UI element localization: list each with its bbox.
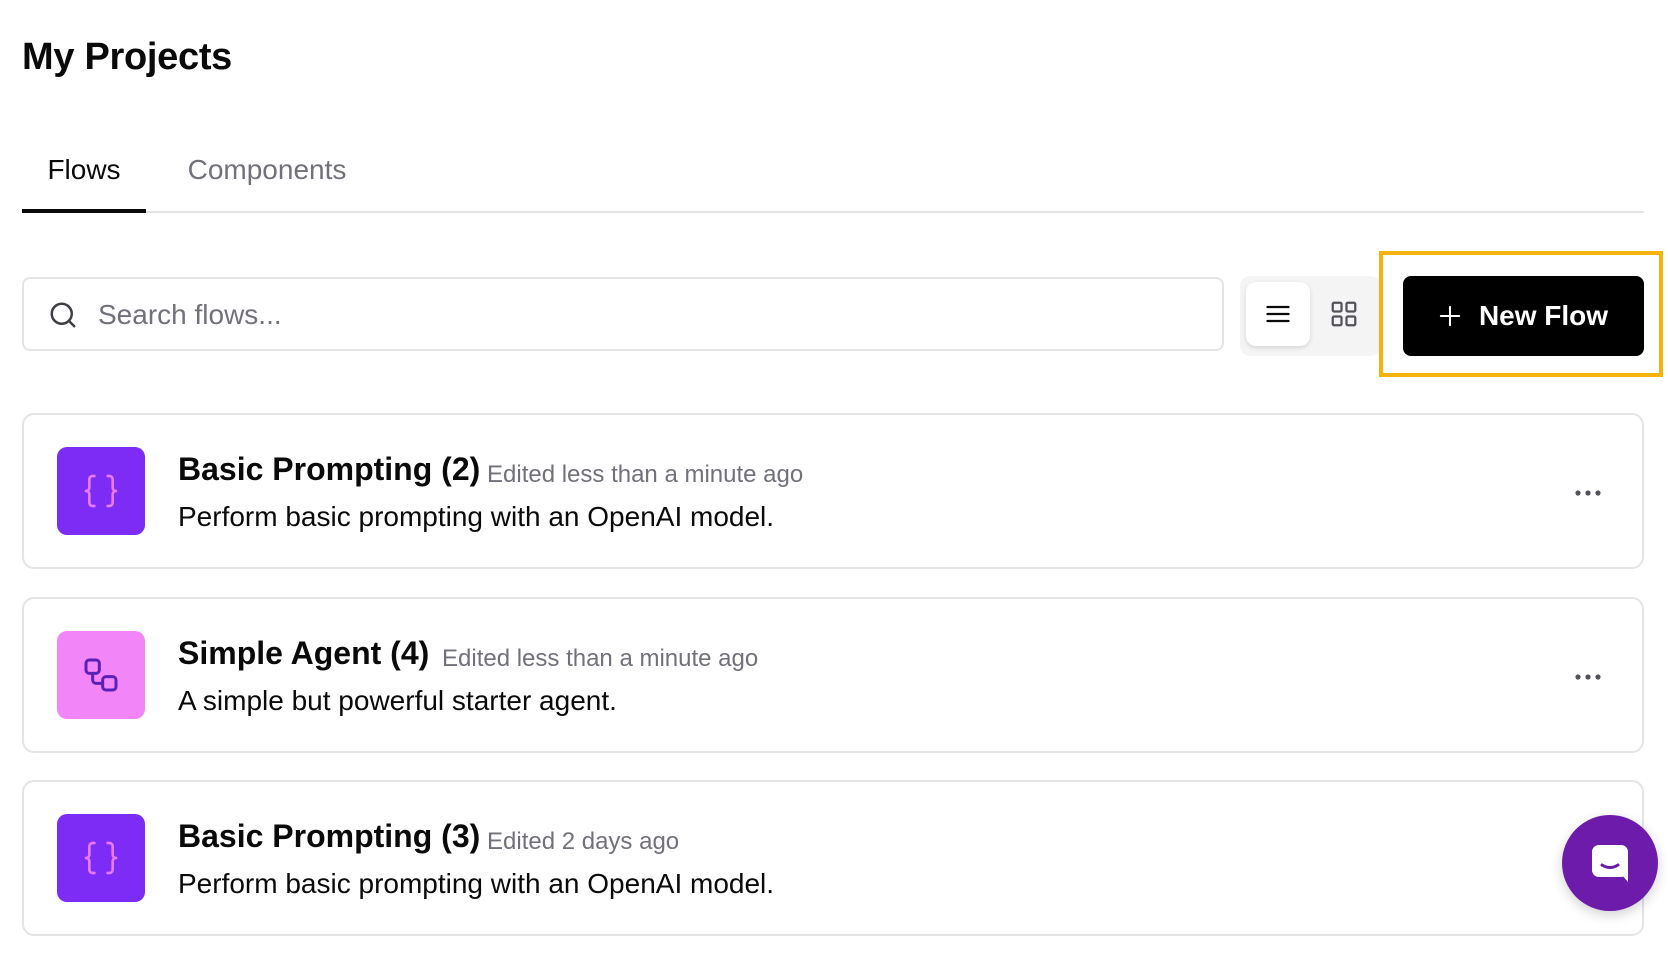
flow-edited-time: Edited less than a minute ago: [487, 461, 804, 488]
list-icon: [1266, 305, 1290, 323]
flow-icon: [57, 814, 145, 902]
search-icon: [50, 302, 76, 328]
tab-bar: Flows Components: [22, 132, 1644, 213]
plus-icon: [1439, 305, 1461, 327]
list-view-button[interactable]: [1246, 282, 1310, 346]
flow-description: Perform basic prompting with an OpenAI m…: [178, 501, 775, 532]
flow-description: A simple but powerful starter agent.: [178, 685, 617, 716]
flow-icon: [57, 447, 145, 535]
more-options-button[interactable]: [1568, 657, 1608, 697]
tab-components[interactable]: Components: [172, 132, 362, 211]
braces-icon: [84, 841, 118, 875]
grid-icon: [1331, 301, 1357, 327]
new-flow-label: New Flow: [1478, 300, 1609, 331]
braces-icon: [84, 474, 118, 508]
flow-card[interactable]: Simple Agent (4) Edited less than a minu…: [22, 597, 1644, 753]
tab-flows[interactable]: Flows: [22, 132, 146, 213]
more-options-button[interactable]: [1568, 473, 1608, 513]
flow-edited-time: Edited 2 days ago: [487, 828, 680, 855]
workflow-icon: [84, 658, 118, 692]
flow-title: Simple Agent (4): [178, 635, 430, 671]
chat-launcher-button[interactable]: [1562, 815, 1658, 911]
search-input[interactable]: [96, 285, 1200, 345]
flow-card[interactable]: Basic Prompting (3) Edited 2 days ago Pe…: [22, 780, 1644, 936]
flow-edited-time: Edited less than a minute ago: [442, 645, 759, 672]
more-horizontal-icon: [1575, 674, 1601, 680]
search-box: [22, 277, 1224, 351]
page-title: My Projects: [22, 36, 233, 78]
flow-icon: [57, 631, 145, 719]
flow-card[interactable]: Basic Prompting (2) Edited less than a m…: [22, 413, 1644, 569]
view-toggle: [1240, 276, 1380, 356]
more-horizontal-icon: [1575, 490, 1601, 496]
flow-title: Basic Prompting (3): [178, 818, 481, 854]
flow-title: Basic Prompting (2): [178, 451, 481, 487]
chat-icon: [1592, 845, 1628, 882]
grid-view-button[interactable]: [1312, 282, 1376, 346]
new-flow-button[interactable]: New Flow: [1403, 276, 1644, 356]
flow-description: Perform basic prompting with an OpenAI m…: [178, 868, 775, 899]
